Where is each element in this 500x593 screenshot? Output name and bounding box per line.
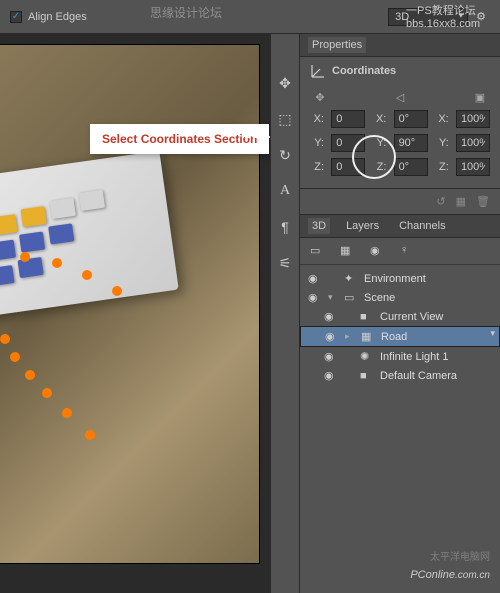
align-edges-checkbox[interactable]: ✓ bbox=[10, 11, 22, 23]
3d-scene-tree: ◉ ✦ Environment ◉ ▾ ▭ Scene ◉ ■ Current … bbox=[300, 265, 500, 593]
tab-properties[interactable]: Properties bbox=[308, 37, 366, 53]
align-edges-label: Align Edges bbox=[28, 11, 87, 23]
trash-icon[interactable]: 🗑 bbox=[476, 195, 490, 208]
filter-mesh-icon[interactable]: ▦ bbox=[340, 244, 356, 258]
scale-icon: ▣ bbox=[470, 91, 490, 104]
rotation-icon: ◁ bbox=[390, 91, 410, 104]
coordinates-grid: ✥ ◁ ▣ X: X: X: Y: Y: Y: Z: bbox=[300, 85, 500, 188]
tool-transform-icon[interactable]: ⬚ bbox=[276, 110, 294, 128]
position-icon: ✥ bbox=[310, 91, 330, 104]
tree-item-current-view[interactable]: ◉ ■ Current View bbox=[300, 307, 500, 326]
visibility-icon[interactable]: ◉ bbox=[324, 369, 338, 382]
tab-channels[interactable]: Channels bbox=[395, 218, 449, 234]
snap-icon[interactable]: ▦ bbox=[456, 195, 466, 208]
tab-layers[interactable]: Layers bbox=[342, 218, 383, 234]
3d-panel-header: 3D Layers Channels bbox=[300, 215, 500, 238]
annotation-arrow bbox=[245, 136, 270, 138]
coordinates-title: Coordinates bbox=[332, 65, 396, 77]
filter-light-icon[interactable]: ♀ bbox=[400, 244, 416, 258]
properties-panel-header: Properties bbox=[300, 34, 500, 57]
x-rotation-input[interactable] bbox=[394, 110, 428, 128]
tool-rotate-icon[interactable]: ↻ bbox=[276, 146, 294, 164]
tree-item-infinite-light[interactable]: ◉ ✺ Infinite Light 1 bbox=[300, 347, 500, 366]
tool-move-icon[interactable]: ✥ bbox=[276, 74, 294, 92]
tree-item-road[interactable]: ◉ ▸ ▦ Road bbox=[300, 326, 500, 347]
y-scale-input[interactable] bbox=[456, 134, 490, 152]
tree-item-default-camera[interactable]: ◉ ■ Default Camera bbox=[300, 366, 500, 385]
coordinates-icon[interactable] bbox=[310, 63, 326, 79]
y-rotation-input[interactable] bbox=[394, 134, 428, 152]
watermark-top-center: 思缘设计论坛 bbox=[150, 4, 222, 21]
watermark-top-right: 一PS教程论坛bbs.16xx8.com bbox=[406, 2, 480, 30]
annotation-callout: Select Coordinates Section bbox=[90, 124, 269, 154]
visibility-icon[interactable]: ◉ bbox=[324, 350, 338, 363]
visibility-icon[interactable]: ◉ bbox=[308, 291, 322, 304]
tree-item-scene[interactable]: ◉ ▾ ▭ Scene bbox=[300, 288, 500, 307]
z-scale-input[interactable] bbox=[456, 158, 490, 176]
filter-material-icon[interactable]: ◉ bbox=[370, 244, 386, 258]
visibility-icon[interactable]: ◉ bbox=[308, 272, 322, 285]
tree-item-environment[interactable]: ◉ ✦ Environment bbox=[300, 269, 500, 288]
tool-paragraph-icon[interactable]: ¶ bbox=[276, 218, 294, 236]
watermark-cn: 太平洋电脑网 bbox=[430, 548, 490, 563]
visibility-icon[interactable]: ◉ bbox=[325, 330, 339, 343]
filter-scene-icon[interactable]: ▭ bbox=[310, 244, 326, 258]
x-position-input[interactable] bbox=[331, 110, 365, 128]
reset-icon[interactable]: ↺ bbox=[436, 195, 445, 208]
document-canvas[interactable]: Select Coordinates Section bbox=[0, 34, 270, 593]
visibility-icon[interactable]: ◉ bbox=[324, 310, 338, 323]
expand-icon[interactable]: ▾ bbox=[328, 292, 338, 303]
tool-measure-icon[interactable]: ⚟ bbox=[276, 254, 294, 272]
expand-icon[interactable]: ▸ bbox=[345, 331, 355, 342]
z-rotation-input[interactable] bbox=[394, 158, 428, 176]
tab-3d[interactable]: 3D bbox=[308, 218, 330, 234]
x-scale-input[interactable] bbox=[456, 110, 490, 128]
y-position-input[interactable] bbox=[331, 134, 365, 152]
vertical-toolbar: ✥ ⬚ ↻ A ¶ ⚟ bbox=[270, 34, 300, 593]
tool-text-icon[interactable]: A bbox=[276, 182, 294, 200]
z-position-input[interactable] bbox=[331, 158, 365, 176]
